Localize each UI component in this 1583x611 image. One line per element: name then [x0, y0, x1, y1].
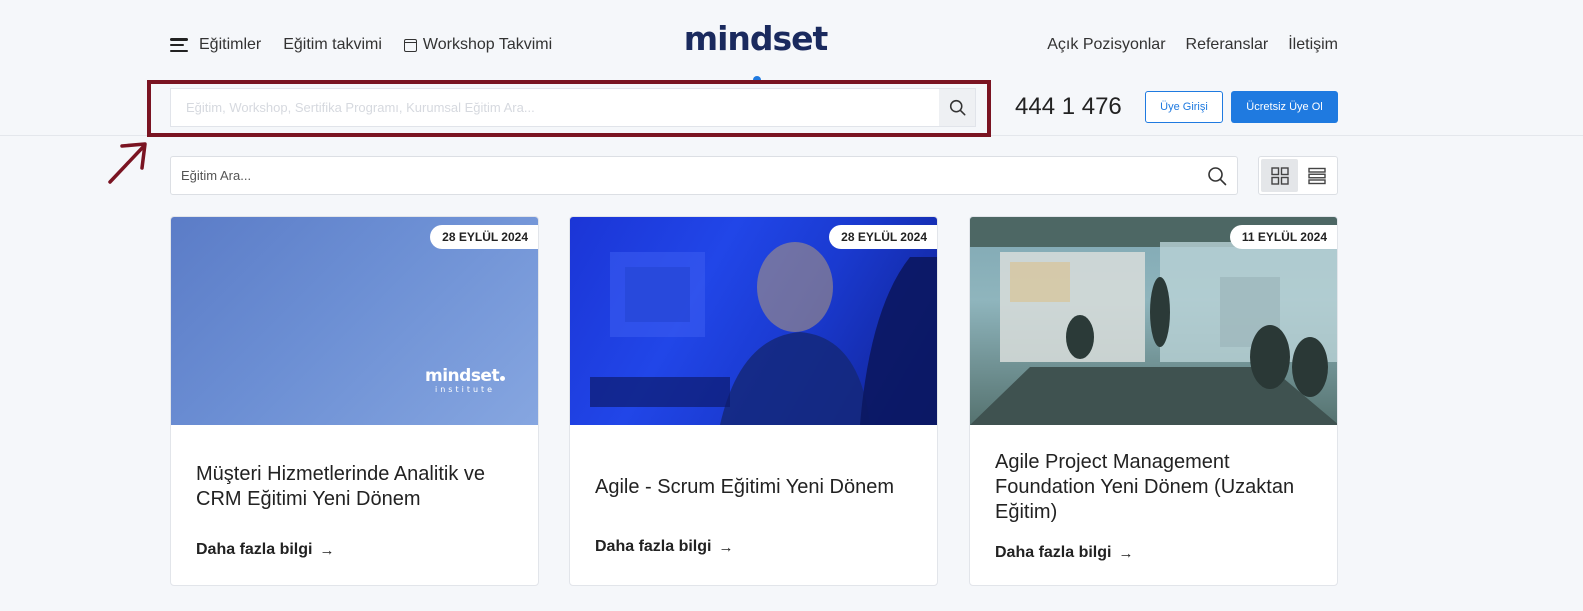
date-badge: 28 EYLÜL 2024	[829, 225, 937, 249]
more-info-link[interactable]: Daha fazla bilgi →	[595, 538, 733, 556]
nav-right: Açık Pozisyonlar Referanslar İletişim	[1027, 36, 1338, 54]
arrow-right-icon: →	[319, 541, 335, 559]
hamburger-icon[interactable]	[170, 38, 188, 52]
header-search-button[interactable]	[939, 89, 975, 126]
trainings-menu[interactable]: Eğitimler	[170, 36, 261, 54]
more-info-label[interactable]: Daha fazla bilgi	[595, 538, 711, 556]
references-link[interactable]: Referanslar	[1186, 36, 1269, 54]
training-search-input[interactable]	[171, 168, 1197, 183]
card-title[interactable]: Agile Project Management Foundation Yeni…	[995, 450, 1317, 525]
card-image-logo-sub: institute	[435, 385, 496, 394]
site-header: Eğitimler Eğitim takvimi Workshop Takvim…	[0, 0, 1583, 136]
search-icon	[949, 99, 965, 116]
signup-button[interactable]: Ücretsiz Üye Ol	[1231, 91, 1338, 123]
open-positions-link[interactable]: Açık Pozisyonlar	[1047, 36, 1165, 54]
grid-view-button[interactable]	[1261, 159, 1298, 192]
training-search-bar	[170, 156, 1238, 195]
training-card[interactable]: 28 EYLÜL 2024 Agile - Scrum Eğitimi Yeni…	[569, 216, 938, 586]
header-search-bar	[170, 88, 976, 127]
logo-word: mindset	[683, 19, 829, 58]
arrow-right-icon: →	[1118, 544, 1134, 562]
training-search-button[interactable]	[1197, 166, 1237, 186]
nav-left: Eğitimler Eğitim takvimi Workshop Takvim…	[170, 36, 574, 54]
logo-dot	[752, 76, 761, 84]
annotation-arrow-icon	[108, 142, 147, 184]
card-image-logo-word: mindset	[425, 366, 500, 386]
more-info-link[interactable]: Daha fazla bilgi →	[196, 541, 334, 559]
card-title[interactable]: Agile - Scrum Eğitimi Yeni Dönem	[595, 475, 917, 500]
card-image-logo: mindset institute	[425, 366, 506, 394]
arrow-right-icon: →	[718, 538, 734, 556]
phone-number[interactable]: 444 1 476	[1015, 93, 1122, 121]
workshop-calendar-link[interactable]: Workshop Takvimi	[403, 36, 552, 54]
site-logo[interactable]: mindset institute	[683, 19, 829, 105]
login-button[interactable]: Üye Girişi	[1145, 91, 1223, 123]
view-toggle	[1258, 156, 1338, 195]
training-card[interactable]: mindset institute 28 EYLÜL 2024 Müşteri …	[170, 216, 539, 586]
calendar-icon	[403, 38, 417, 52]
more-info-label[interactable]: Daha fazla bilgi	[196, 541, 312, 559]
header-search-input[interactable]	[171, 89, 939, 126]
training-card[interactable]: 11 EYLÜL 2024 Agile Project Management F…	[969, 216, 1338, 586]
list-view-button[interactable]	[1298, 159, 1335, 192]
search-icon	[1208, 166, 1227, 185]
more-info-label[interactable]: Daha fazla bilgi	[995, 544, 1111, 562]
date-badge: 11 EYLÜL 2024	[1229, 225, 1337, 249]
trainings-menu-label[interactable]: Eğitimler	[199, 36, 261, 54]
list-icon	[1307, 167, 1326, 184]
training-calendar-link[interactable]: Eğitim takvimi	[283, 36, 382, 54]
grid-icon	[1270, 166, 1289, 185]
training-calendar-label[interactable]: Eğitim takvimi	[283, 36, 382, 54]
date-badge: 28 EYLÜL 2024	[430, 225, 538, 249]
more-info-link[interactable]: Daha fazla bilgi →	[995, 544, 1133, 562]
workshop-calendar-label[interactable]: Workshop Takvimi	[423, 36, 552, 54]
contact-link[interactable]: İletişim	[1288, 36, 1338, 54]
card-title[interactable]: Müşteri Hizmetlerinde Analitik ve CRM Eğ…	[196, 462, 518, 512]
